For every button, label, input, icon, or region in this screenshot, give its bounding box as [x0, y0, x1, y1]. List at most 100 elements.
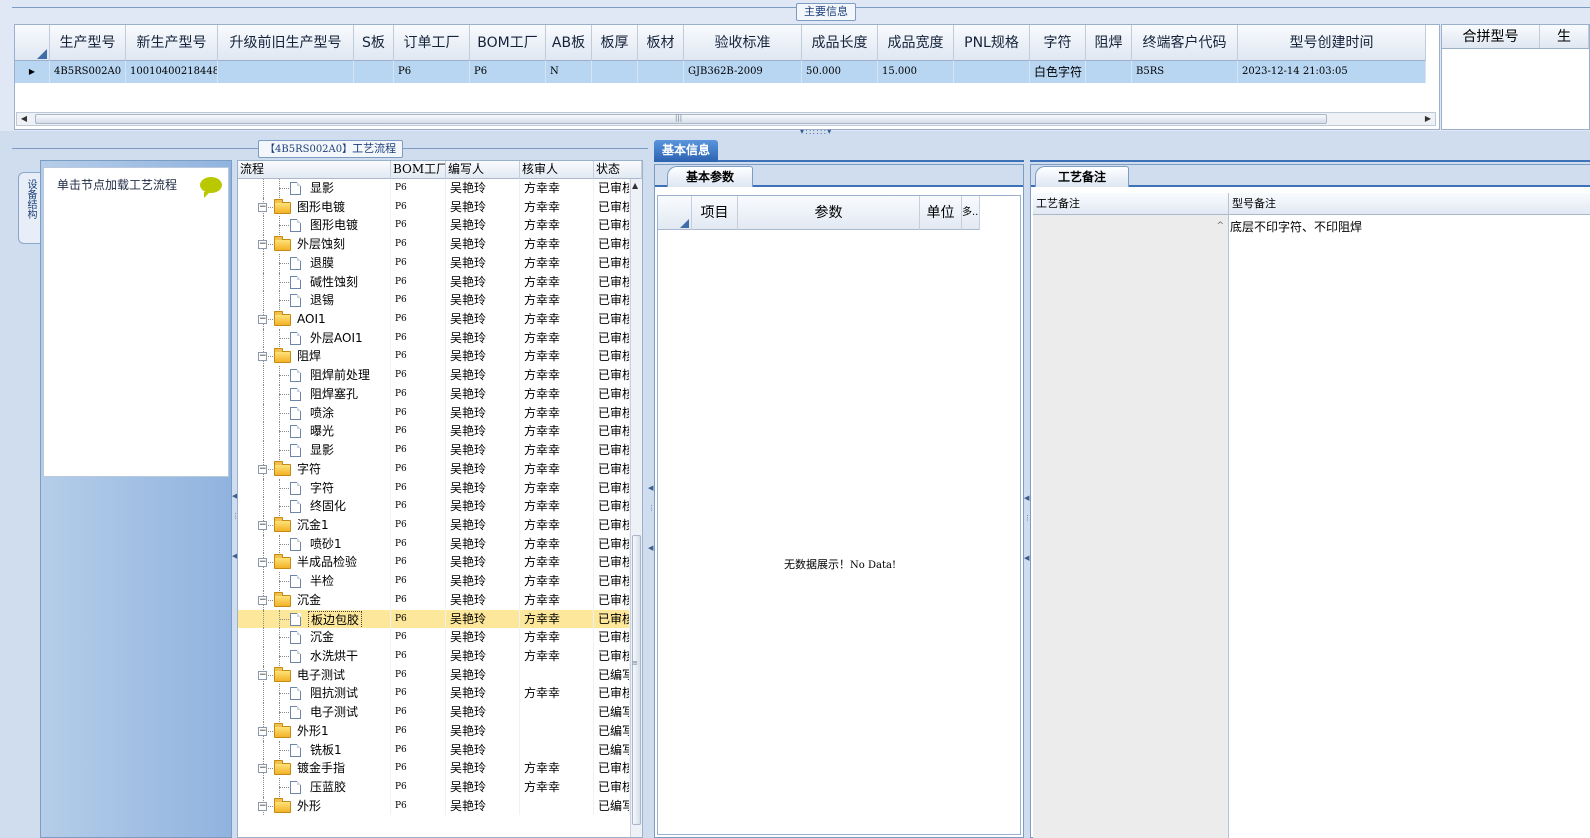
tree-row[interactable]: 字符 P6吴艳玲方幸幸已审核	[238, 478, 630, 498]
grid-cell[interactable]	[218, 61, 354, 83]
col-header[interactable]: 终端客户代码	[1132, 25, 1238, 61]
collapse-icon[interactable]: −	[258, 595, 267, 605]
grid-cell[interactable]: 50.000	[802, 61, 878, 83]
params-corner[interactable]	[658, 196, 692, 230]
tree-row[interactable]: − 外层蚀刻 P6吴艳玲方幸幸已审核	[238, 235, 630, 254]
col-header[interactable]: 板材	[638, 25, 684, 61]
tree-node[interactable]: − 沉金1	[238, 515, 391, 535]
tree-row[interactable]: 喷涂 P6吴艳玲方幸幸已审核	[238, 403, 630, 423]
tree-row[interactable]: − 外形1 P6吴艳玲 已编写	[238, 721, 630, 741]
horizontal-splitter[interactable]: ▾::::::▾	[0, 127, 1590, 136]
collapse-icon[interactable]: −	[258, 240, 267, 250]
tree-node[interactable]: − 外层蚀刻	[238, 235, 391, 254]
tree-row[interactable]: 喷砂1 P6吴艳玲方幸幸已审核	[238, 534, 630, 554]
grid-cell[interactable]: B5RS	[1132, 61, 1238, 83]
tree-row[interactable]: 半检 P6吴艳玲方幸幸已审核	[238, 572, 630, 591]
col-header[interactable]: 成品长度	[802, 25, 878, 61]
tree-row[interactable]: − 外形 P6吴艳玲 已编写	[238, 796, 630, 816]
grid-cell[interactable]: 2023-12-14 21:03:05	[1238, 61, 1426, 83]
tree-row[interactable]: 外层AOI1 P6吴艳玲方幸幸已审核	[238, 328, 630, 348]
tree-row[interactable]: 显影 P6吴艳玲方幸幸已审核	[238, 441, 630, 460]
tree-node[interactable]: − 沉金	[238, 590, 391, 610]
tree-row[interactable]: 阻焊塞孔 P6吴艳玲方幸幸已审核	[238, 384, 630, 404]
tab-basic-info[interactable]: 基本信息	[654, 140, 718, 162]
tree-row[interactable]: − 半成品检验 P6吴艳玲方幸幸已审核	[238, 553, 630, 573]
nav-card[interactable]: 单击节点加载工艺流程	[43, 167, 229, 477]
col-header[interactable]: 字符	[1030, 25, 1086, 61]
tree-node[interactable]: 半检	[238, 572, 391, 591]
col-header-unit[interactable]: 单位	[920, 196, 962, 230]
tree-node[interactable]: 退锡	[238, 291, 391, 311]
col-header-reviewer[interactable]: 核审人	[520, 161, 594, 179]
scroll-up-icon[interactable]: ▲	[632, 181, 638, 190]
tree-row[interactable]: − 镀金手指 P6吴艳玲方幸幸已审核	[238, 759, 630, 778]
tree-node[interactable]: − 外形1	[238, 721, 391, 741]
tree-row[interactable]: 碱性蚀刻 P6吴艳玲方幸幸已审核	[238, 272, 630, 292]
tree-row[interactable]: 板边包胶 P6吴艳玲方幸幸已审核	[238, 609, 630, 629]
tree-node[interactable]: − 外形	[238, 796, 391, 816]
tree-node[interactable]: 电子测试	[238, 703, 391, 722]
col-header[interactable]: BOM工厂	[470, 25, 546, 61]
tree-row[interactable]: − 图形电镀 P6吴艳玲方幸幸已审核	[238, 197, 630, 217]
tree-node[interactable]: − 电子测试	[238, 665, 391, 685]
merge-model-col2-header[interactable]: 生	[1540, 25, 1589, 48]
tree-node[interactable]: 曝光	[238, 422, 391, 442]
collapse-icon[interactable]: −	[258, 315, 267, 325]
tree-node[interactable]: 退膜	[238, 253, 391, 273]
scroll-right-icon[interactable]: ▶	[1421, 113, 1435, 125]
tree-row[interactable]: − 沉金1 P6吴艳玲方幸幸已审核	[238, 515, 630, 535]
tree-row[interactable]: − 沉金 P6吴艳玲方幸幸已审核	[238, 590, 630, 610]
scroll-up-icon[interactable]: ^	[1216, 221, 1224, 231]
tree-node[interactable]: 终固化	[238, 497, 391, 516]
tree-node[interactable]: − AOI1	[238, 310, 391, 329]
col-header[interactable]: AB板	[546, 25, 592, 61]
model-grid-horizontal-scrollbar[interactable]: ◀ ||| ▶	[16, 112, 1436, 126]
grid-cell[interactable]: GJB362B-2009	[684, 61, 802, 83]
tree-node[interactable]: 显影	[238, 179, 391, 198]
collapse-icon[interactable]: −	[258, 520, 267, 530]
col-header[interactable]: S板	[354, 25, 394, 61]
tree-node[interactable]: 图形电镀	[238, 216, 391, 236]
tree-row[interactable]: 压蓝胶 P6吴艳玲方幸幸已审核	[238, 778, 630, 797]
tree-node[interactable]: − 镀金手指	[238, 759, 391, 778]
tree-node[interactable]: 阻焊塞孔	[238, 384, 391, 404]
tree-row[interactable]: − 字符 P6吴艳玲方幸幸已审核	[238, 459, 630, 479]
grid-cell[interactable]	[354, 61, 394, 83]
collapse-icon[interactable]: −	[258, 464, 267, 474]
grid-cell[interactable]	[592, 61, 638, 83]
col-header-writer[interactable]: 编写人	[446, 161, 520, 179]
tree-node[interactable]: 板边包胶	[238, 609, 391, 629]
grid-cell[interactable]: P6	[470, 61, 546, 83]
col-header-param[interactable]: 参数	[738, 196, 920, 230]
grid-cell[interactable]: 4B5RS002A0	[50, 61, 126, 83]
scroll-thumb[interactable]	[632, 535, 641, 825]
col-header[interactable]: PNL规格	[954, 25, 1030, 61]
grid-cell[interactable]: 15.000	[878, 61, 954, 83]
grid-cell[interactable]: P6	[394, 61, 470, 83]
merge-model-col-header[interactable]: 合拼型号	[1442, 25, 1540, 48]
col-header-bom-factory[interactable]: BOM工厂	[391, 161, 446, 179]
collapse-icon[interactable]: −	[258, 202, 267, 212]
process-remark-box[interactable]: 工艺备注 ^	[1033, 193, 1229, 838]
process-tree-vertical-scrollbar[interactable]: ▲ ≡	[630, 179, 642, 837]
tree-node[interactable]: 沉金	[238, 628, 391, 647]
tree-row[interactable]: − AOI1 P6吴艳玲方幸幸已审核	[238, 310, 630, 329]
col-header[interactable]: 新生产型号	[126, 25, 218, 61]
col-header[interactable]: 板厚	[592, 25, 638, 61]
collapse-icon[interactable]: −	[258, 726, 267, 736]
tree-node[interactable]: 阻抗测试	[238, 684, 391, 704]
tree-node[interactable]: 铣板1	[238, 740, 391, 760]
tree-node[interactable]: 碱性蚀刻	[238, 272, 391, 292]
tree-node[interactable]: − 半成品检验	[238, 553, 391, 573]
tree-node[interactable]: 显影	[238, 441, 391, 460]
tree-row[interactable]: 水洗烘干 P6吴艳玲方幸幸已审核	[238, 646, 630, 666]
tree-row[interactable]: − 电子测试 P6吴艳玲 已编写	[238, 665, 630, 685]
grid-corner[interactable]	[15, 25, 50, 61]
grid-cell[interactable]: 10010400218448	[126, 61, 218, 83]
row-selector-icon[interactable]: ▶	[15, 61, 50, 83]
tree-node[interactable]: − 字符	[238, 459, 391, 479]
tab-basic-params[interactable]: 基本参数	[667, 166, 753, 187]
tab-process-remark[interactable]: 工艺备注	[1035, 166, 1129, 187]
tree-node[interactable]: 喷涂	[238, 403, 391, 423]
collapse-icon[interactable]: −	[258, 558, 267, 568]
